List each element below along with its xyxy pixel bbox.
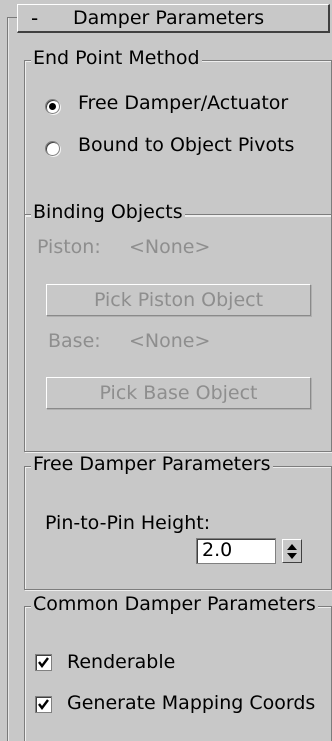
pin-to-pin-height-label: Pin-to-Pin Height: (45, 512, 211, 534)
free-damper-radio[interactable] (45, 99, 60, 114)
damper-parameters-rollout-header[interactable]: - Damper Parameters (17, 4, 330, 33)
end-point-method-legend: End Point Method (31, 47, 202, 69)
panel-left-edge-corner (7, 17, 17, 18)
base-label: Base: (48, 330, 101, 352)
common-damper-parameters-group: Common Damper Parameters (24, 593, 332, 741)
checkmark-icon (38, 657, 49, 668)
pick-piston-object-button[interactable]: Pick Piston Object (46, 284, 311, 316)
generate-mapping-coords-label[interactable]: Generate Mapping Coords (67, 692, 315, 714)
spinner-down-arrow[interactable] (283, 551, 301, 562)
free-damper-parameters-legend: Free Damper Parameters (31, 453, 273, 475)
renderable-checkbox[interactable] (35, 654, 52, 671)
checkmark-icon (38, 699, 49, 710)
bound-to-pivots-label[interactable]: Bound to Object Pivots (78, 134, 294, 156)
common-damper-parameters-legend: Common Damper Parameters (31, 593, 318, 615)
pick-base-object-button[interactable]: Pick Base Object (46, 377, 311, 409)
base-value: <None> (129, 330, 211, 352)
rollout-title: Damper Parameters (73, 7, 265, 29)
binding-objects-legend: Binding Objects (31, 201, 185, 223)
pin-to-pin-height-input[interactable]: 2.0 (196, 538, 276, 564)
free-damper-label[interactable]: Free Damper/Actuator (78, 92, 288, 114)
piston-label: Piston: (37, 236, 101, 258)
piston-value: <None> (129, 236, 211, 258)
bound-to-pivots-radio[interactable] (45, 141, 60, 156)
up-down-spinner-icon[interactable] (282, 539, 302, 563)
renderable-label[interactable]: Renderable (67, 651, 175, 673)
panel-left-edge-highlight (8, 17, 9, 741)
collapse-minus-icon[interactable]: - (31, 6, 38, 30)
generate-mapping-coords-checkbox[interactable] (35, 696, 52, 713)
spinner-up-arrow[interactable] (283, 540, 301, 551)
